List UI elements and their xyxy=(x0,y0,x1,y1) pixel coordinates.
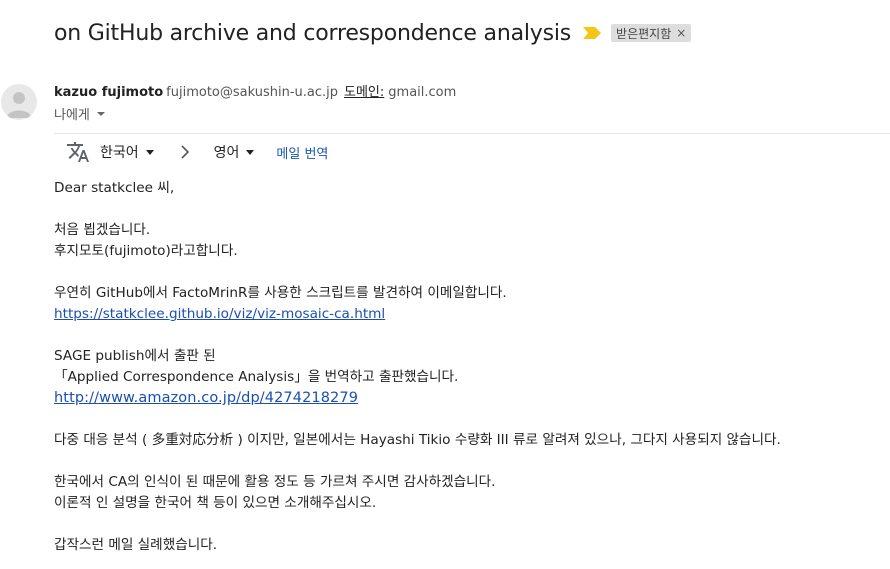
github-link[interactable]: https://statkclee.github.io/viz/viz-mosa… xyxy=(54,306,385,322)
target-language-select[interactable]: 영어 xyxy=(214,142,255,162)
email-body: Dear statkclee 씨, 처음 뵙겠습니다. 후지모토(fujimot… xyxy=(54,178,884,556)
remove-label-button[interactable]: × xyxy=(676,26,686,40)
body-text: 처음 뵙겠습니다. xyxy=(54,222,151,238)
body-greeting: Dear statkclee 씨, xyxy=(54,180,175,196)
domain-value: gmail.com xyxy=(388,85,457,100)
target-language-label: 영어 xyxy=(213,145,240,161)
chevron-down-icon xyxy=(246,150,255,155)
inbox-label-chip: 받은편지함 × xyxy=(611,24,692,42)
email-view: on GitHub archive and correspondence ana… xyxy=(0,0,890,569)
inbox-label-text: 받은편지함 xyxy=(616,26,672,41)
translate-bar: 한국어 영어 메일 번역 xyxy=(66,140,328,164)
header-divider xyxy=(54,133,890,134)
amazon-link[interactable]: http://www.amazon.co.jp/dp/4274218279 xyxy=(54,390,358,406)
recipient-label: 나에게 xyxy=(54,108,90,123)
chevron-right-icon xyxy=(181,145,189,159)
body-text: 후지모토(fujimoto)라고합니다. xyxy=(54,243,238,259)
domain-label[interactable]: 도메인: xyxy=(344,85,384,100)
chevron-down-icon xyxy=(145,150,154,155)
body-text: SAGE publish에서 출판 된 xyxy=(54,348,216,364)
translate-icon xyxy=(67,142,89,162)
person-icon xyxy=(7,92,31,118)
subject-row: on GitHub archive and correspondence ana… xyxy=(54,17,692,49)
sender-email[interactable]: fujimoto@sakushin-u.ac.jp xyxy=(166,85,338,100)
body-text: 한국에서 CA의 인식이 된 때문에 활용 정도 등 가르쳐 주시면 감사하겠습… xyxy=(54,474,496,490)
sender-name[interactable]: kazuo fujimoto xyxy=(54,85,163,100)
email-subject: on GitHub archive and correspondence ana… xyxy=(54,20,572,46)
translate-message-button[interactable]: 메일 번역 xyxy=(276,143,328,162)
sender-avatar[interactable] xyxy=(1,84,37,120)
recipient-details-toggle[interactable]: 나에게 xyxy=(54,104,105,123)
body-text: 우연히 GitHub에서 FactoMrinR를 사용한 스크립트를 발견하여 … xyxy=(54,285,507,301)
body-text: 「Applied Correspondence Analysis」을 번역하고 … xyxy=(54,369,459,385)
source-language-select[interactable]: 한국어 xyxy=(100,142,154,162)
body-text: 다중 대응 분석 ( 多重対応分析 ) 이지만, 일본에서는 Hayashi T… xyxy=(54,432,781,448)
source-language-label: 한국어 xyxy=(100,145,139,161)
body-closing: 갑작스런 메일 실례했습니다. xyxy=(54,537,218,553)
body-text: 이론적 인 설명을 한국어 책 등이 있으면 소개해주십시오. xyxy=(54,495,377,511)
chevron-down-icon xyxy=(96,112,105,116)
importance-marker-icon[interactable] xyxy=(583,27,602,39)
sender-info: kazuo fujimoto fujimoto@sakushin-u.ac.jp 도… xyxy=(54,81,456,100)
